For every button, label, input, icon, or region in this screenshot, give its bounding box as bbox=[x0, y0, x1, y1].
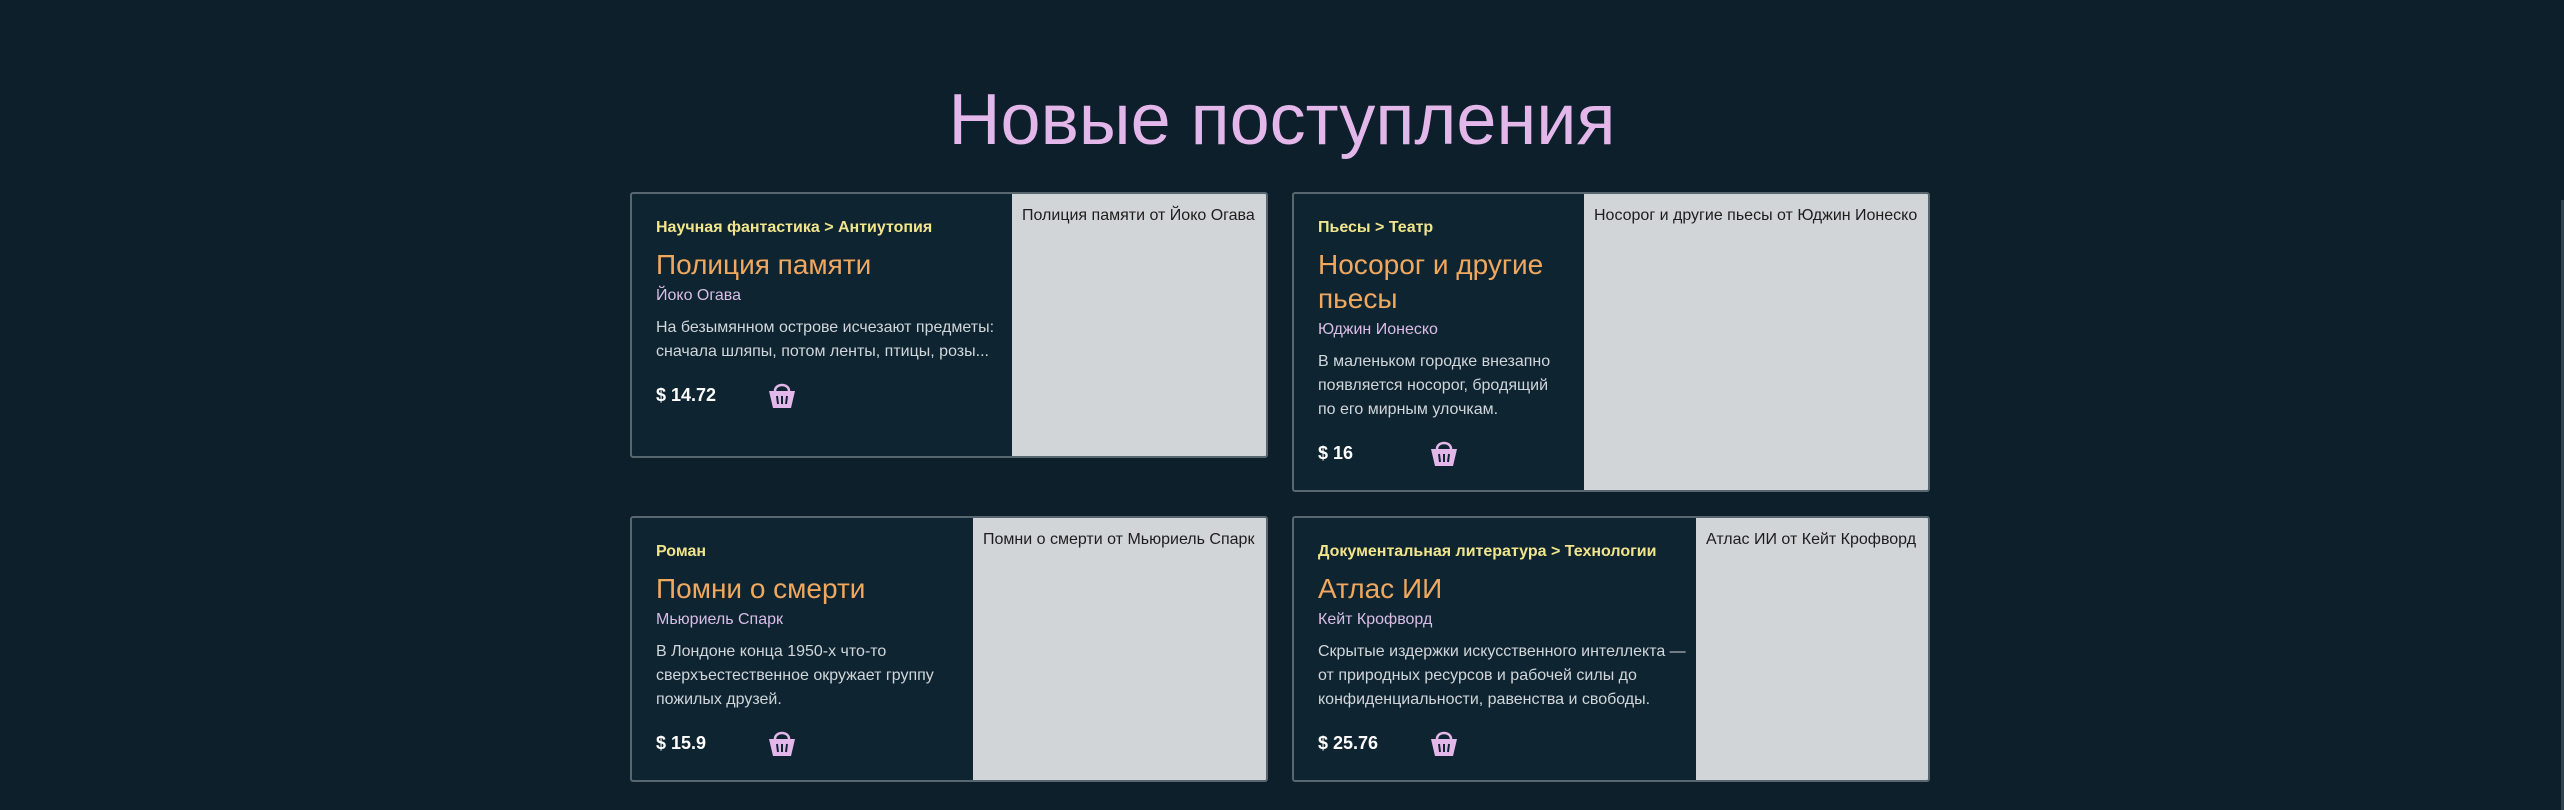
book-title[interactable]: Полиция памяти bbox=[656, 248, 1006, 282]
book-author: Йоко Огава bbox=[656, 287, 741, 304]
book-category: Документальная литература > Технологии bbox=[1318, 543, 1657, 560]
book-card: Пьесы > Театр Носорог и другие пьесы Юдж… bbox=[1292, 192, 1930, 492]
book-description: В маленьком городке внезапно появляется … bbox=[1318, 353, 1551, 418]
book-description: В Лондоне конца 1950-х что-то сверхъесте… bbox=[656, 643, 934, 708]
book-category: Научная фантастика > Антиутопия bbox=[656, 219, 933, 236]
book-info: Документальная литература > Технологии А… bbox=[1318, 542, 1698, 762]
book-title[interactable]: Атлас ИИ bbox=[1318, 572, 1698, 606]
book-description: Скрытые издержки искусственного интеллек… bbox=[1318, 643, 1686, 708]
book-price: $ 15.9 bbox=[656, 733, 707, 753]
book-info: Научная фантастика > Антиутопия Полиция … bbox=[656, 218, 1006, 414]
book-card: Научная фантастика > Антиутопия Полиция … bbox=[630, 192, 1268, 458]
cover-alt-text: Полиция памяти от Йоко Огава bbox=[1022, 207, 1255, 224]
buy-row: $ 14.72 bbox=[656, 376, 1006, 414]
book-price: $ 14.72 bbox=[656, 385, 717, 405]
buy-row: $ 25.76 bbox=[1318, 724, 1698, 762]
book-title[interactable]: Носорог и другие пьесы bbox=[1318, 248, 1568, 316]
shopping-basket-icon[interactable] bbox=[1426, 724, 1462, 760]
book-cover-image[interactable]: Помни о смерти от Мьюриель Спарк bbox=[973, 518, 1266, 780]
shopping-basket-icon[interactable] bbox=[1426, 434, 1462, 470]
page-title: Новые поступления bbox=[948, 80, 1616, 160]
book-cover-image[interactable]: Полиция памяти от Йоко Огава bbox=[1012, 194, 1266, 456]
book-title[interactable]: Помни о смерти bbox=[656, 572, 966, 606]
book-price: $ 16 bbox=[1318, 443, 1354, 463]
book-category: Роман bbox=[656, 543, 707, 560]
book-author: Кейт Крофворд bbox=[1318, 611, 1433, 628]
book-cover-image[interactable]: Атлас ИИ от Кейт Крофворд bbox=[1696, 518, 1928, 780]
cover-alt-text: Атлас ИИ от Кейт Крофворд bbox=[1706, 531, 1917, 548]
book-description: На безымянном острове исчезают предметы:… bbox=[656, 319, 995, 360]
book-price: $ 25.76 bbox=[1318, 733, 1379, 753]
book-card: Роман Помни о смерти Мьюриель Спарк В Ло… bbox=[630, 516, 1268, 782]
book-author: Мьюриель Спарк bbox=[656, 611, 783, 628]
book-author: Юджин Ионеско bbox=[1318, 321, 1438, 338]
cover-alt-text: Носорог и другие пьесы от Юджин Ионеско bbox=[1594, 207, 1918, 224]
shopping-basket-icon[interactable] bbox=[764, 376, 800, 412]
buy-row: $ 16 bbox=[1318, 434, 1568, 472]
book-info: Роман Помни о смерти Мьюриель Спарк В Ло… bbox=[656, 542, 966, 762]
book-category: Пьесы > Театр bbox=[1318, 219, 1434, 236]
book-info: Пьесы > Театр Носорог и другие пьесы Юдж… bbox=[1318, 218, 1568, 472]
buy-row: $ 15.9 bbox=[656, 724, 966, 762]
page: Новые поступления Научная фантастика > А… bbox=[0, 0, 2564, 810]
book-card: Документальная литература > Технологии А… bbox=[1292, 516, 1930, 782]
shopping-basket-icon[interactable] bbox=[764, 724, 800, 760]
cover-alt-text: Помни о смерти от Мьюриель Спарк bbox=[983, 531, 1255, 548]
book-cover-image[interactable]: Носорог и другие пьесы от Юджин Ионеско bbox=[1584, 194, 1928, 490]
